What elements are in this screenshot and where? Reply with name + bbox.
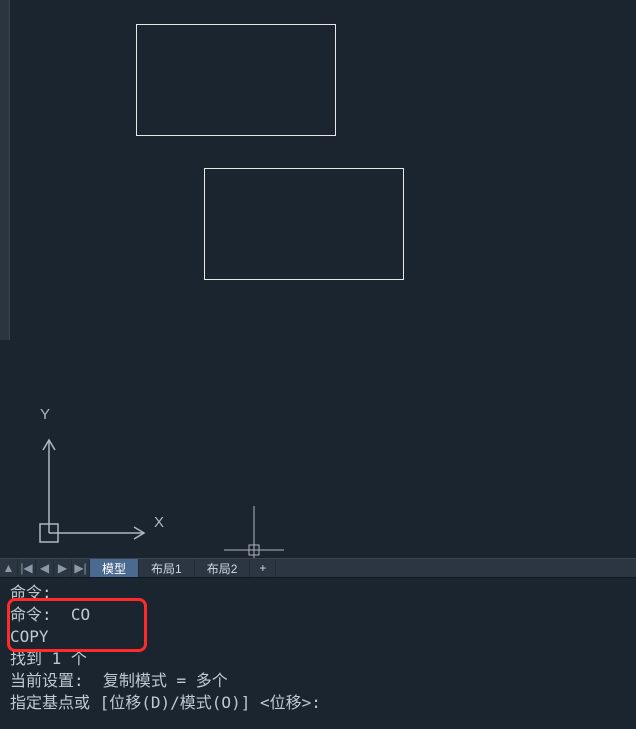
cmd-line: 命令: CO xyxy=(10,604,626,626)
tab-layout2[interactable]: 布局2 xyxy=(195,559,251,577)
layout-tab-bar: ▲ |◀ ◀ ▶ ▶| 模型 布局1 布局2 + xyxy=(0,558,636,578)
nav-next-icon[interactable]: ▶ xyxy=(54,559,72,577)
cmd-line: 当前设置: 复制模式 = 多个 xyxy=(10,670,626,692)
ucs-icon: X Y xyxy=(34,408,184,548)
drawn-rectangle xyxy=(204,168,404,280)
cmd-line: 找到 1 个 xyxy=(10,648,626,670)
drawn-rectangle xyxy=(136,24,336,136)
tool-icon[interactable] xyxy=(0,0,10,22)
cmd-prompt[interactable]: 指定基点或 [位移(D)/模式(O)] <位移>: xyxy=(10,692,626,714)
command-log[interactable]: 命令: 命令: CO COPY 找到 1 个 当前设置: 复制模式 = 多个 指… xyxy=(0,578,636,729)
ucs-x-label: X xyxy=(154,514,164,531)
scroll-up-icon[interactable]: ▲ xyxy=(0,559,18,577)
nav-prev-icon[interactable]: ◀ xyxy=(36,559,54,577)
ucs-y-label: Y xyxy=(40,406,50,423)
ribbon-edge xyxy=(0,0,10,340)
cmd-line: COPY xyxy=(10,626,626,648)
add-layout-button[interactable]: + xyxy=(250,559,276,577)
tab-model[interactable]: 模型 xyxy=(90,559,139,577)
nav-last-icon[interactable]: ▶| xyxy=(72,559,90,577)
tab-layout1[interactable]: 布局1 xyxy=(139,559,195,577)
crosshair-cursor xyxy=(224,506,284,558)
nav-first-icon[interactable]: |◀ xyxy=(18,559,36,577)
drawing-canvas[interactable]: X Y xyxy=(10,0,636,558)
cmd-line: 命令: xyxy=(10,582,626,604)
